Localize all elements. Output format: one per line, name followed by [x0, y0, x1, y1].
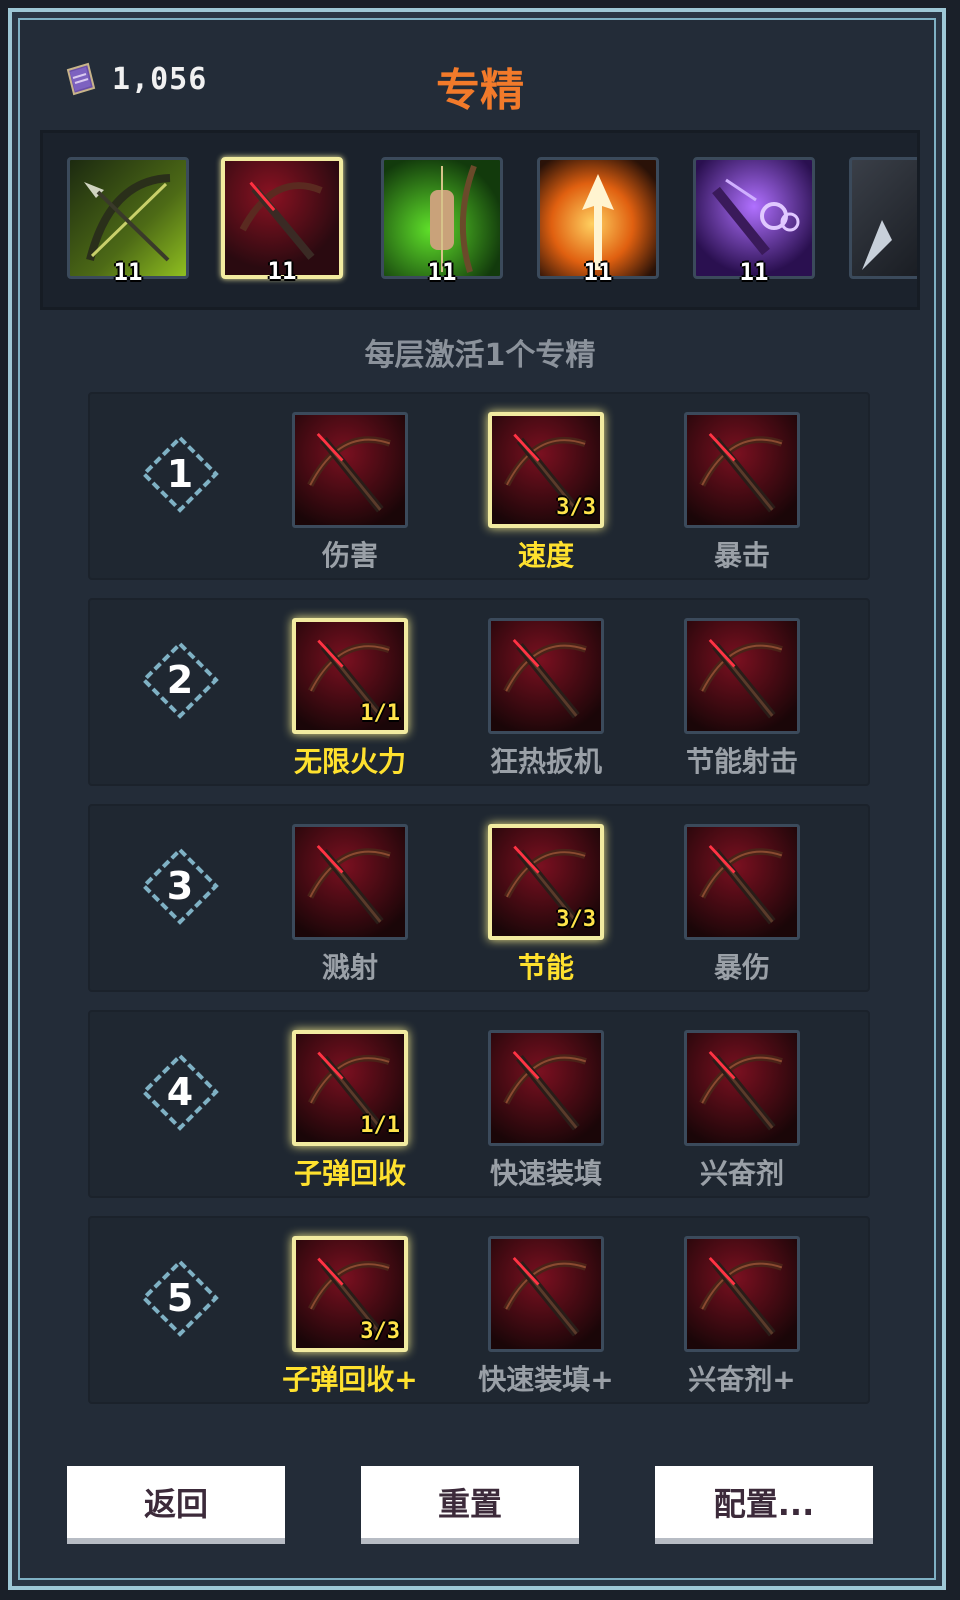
weapon-slot-longbow[interactable]: 11 [381, 157, 503, 286]
skill-label: 暴伤 [713, 951, 770, 984]
tier-row-1: 1 伤害 3/3 速度 暴击 [88, 392, 870, 580]
weapon-slot-crossbow[interactable]: 11 [221, 157, 343, 285]
crossbow-skill-icon [292, 412, 408, 528]
weapon-level: 11 [267, 257, 297, 285]
tier-row-2: 2 1/1 无限火力 狂热扳机 节能射击 [88, 598, 870, 786]
weapon-level: 11 [427, 258, 457, 286]
skill-label: 兴奋剂 [699, 1157, 784, 1190]
crossbow-skill-icon [488, 618, 604, 734]
skill-label: 节能射击 [685, 745, 798, 778]
page-title: 专精 [436, 65, 524, 116]
crossbow-skill-icon: 1/1 [292, 618, 408, 734]
tier-number-badge: 2 [140, 640, 220, 720]
weapon-slot-flame-arrow[interactable]: 11 [537, 157, 659, 286]
skill-option[interactable]: 快速装填 [486, 1030, 606, 1192]
crossbow-skill-icon: 3/3 [488, 824, 604, 940]
skill-label: 狂热扳机 [489, 745, 602, 778]
skill-option[interactable]: 快速装填+ [478, 1236, 614, 1398]
skill-option[interactable]: 1/1 子弹回收 [290, 1030, 410, 1192]
tier-number-badge: 4 [140, 1052, 220, 1132]
crossbow-skill-icon [684, 1030, 800, 1146]
skill-rank: 3/3 [556, 495, 596, 520]
skill-option[interactable]: 兴奋剂 [682, 1030, 802, 1192]
tier-number: 1 [166, 452, 194, 496]
skill-rank: 3/3 [556, 907, 596, 932]
crossbow-skill-icon [488, 1236, 604, 1352]
crossbow-skill-icon: 3/3 [488, 412, 604, 528]
tier-number: 5 [166, 1276, 194, 1320]
skill-rank: 3/3 [360, 1319, 400, 1344]
crossbow-skill-icon [684, 412, 800, 528]
skill-label: 快速装填+ [478, 1363, 614, 1396]
tier-number-badge: 1 [140, 434, 220, 514]
crossbow-skill-icon [684, 1236, 800, 1352]
skill-option[interactable]: 3/3 速度 [486, 412, 606, 574]
weapon-level: 11 [583, 258, 613, 286]
weapon-level: 11 [113, 258, 143, 286]
crossbow-skill-icon [292, 824, 408, 940]
tier-number: 2 [166, 658, 194, 702]
tier-row-4: 4 1/1 子弹回收 快速装填 兴奋剂 [88, 1010, 870, 1198]
skill-label: 暴击 [713, 539, 770, 572]
skill-option[interactable]: 狂热扳机 [486, 618, 606, 780]
skill-option[interactable]: 暴击 [682, 412, 802, 574]
skill-option[interactable]: 暴伤 [682, 824, 802, 986]
tier-row-5: 5 3/3 子弹回收+ 快速装填+ 兴奋剂+ [88, 1216, 870, 1404]
skill-rank: 1/1 [360, 1113, 400, 1138]
skill-label: 伤害 [321, 539, 378, 572]
skill-option[interactable]: 溅射 [290, 824, 410, 986]
crossbow-skill-icon: 1/1 [292, 1030, 408, 1146]
skill-label: 兴奋剂+ [688, 1363, 796, 1396]
back-button[interactable]: 返回 [67, 1466, 285, 1538]
skill-rank: 1/1 [360, 701, 400, 726]
tier-number: 4 [166, 1070, 194, 1114]
crossbow-skill-icon [684, 618, 800, 734]
silver-arrow-icon [862, 220, 892, 270]
tier-row-3: 3 溅射 3/3 节能 暴伤 [88, 804, 870, 992]
weapon-selector: 11 11 11 11 11 [40, 130, 920, 310]
skill-label: 溅射 [321, 951, 378, 984]
skill-option[interactable]: 3/3 子弹回收+ [282, 1236, 418, 1398]
skill-option[interactable]: 伤害 [290, 412, 410, 574]
weapon-level: 11 [739, 258, 769, 286]
weapon-slot-silver-arrow[interactable] [849, 157, 917, 279]
config-button[interactable]: 配置... [655, 1466, 873, 1538]
tier-hint: 每层激活1个专精 [364, 338, 596, 373]
skill-option[interactable]: 1/1 无限火力 [290, 618, 410, 780]
weapon-slot-arcane-crossbow[interactable]: 11 [693, 157, 815, 286]
weapon-slot-green-bow[interactable]: 11 [67, 157, 189, 286]
crossbow-skill-icon [684, 824, 800, 940]
crossbow-skill-icon [488, 1030, 604, 1146]
skill-option[interactable]: 节能射击 [682, 618, 802, 780]
skill-option[interactable]: 兴奋剂+ [682, 1236, 802, 1398]
skill-label: 子弹回收 [293, 1157, 406, 1190]
skill-label: 无限火力 [293, 745, 406, 778]
skill-label: 快速装填 [489, 1157, 602, 1190]
skill-label: 速度 [517, 539, 574, 572]
skill-label: 子弹回收+ [282, 1363, 418, 1396]
crossbow-skill-icon: 3/3 [292, 1236, 408, 1352]
reset-button[interactable]: 重置 [361, 1466, 579, 1538]
skill-label: 节能 [517, 951, 574, 984]
tier-number: 3 [166, 864, 194, 908]
skill-option[interactable]: 3/3 节能 [486, 824, 606, 986]
tier-number-badge: 3 [140, 846, 220, 926]
tier-number-badge: 5 [140, 1258, 220, 1338]
